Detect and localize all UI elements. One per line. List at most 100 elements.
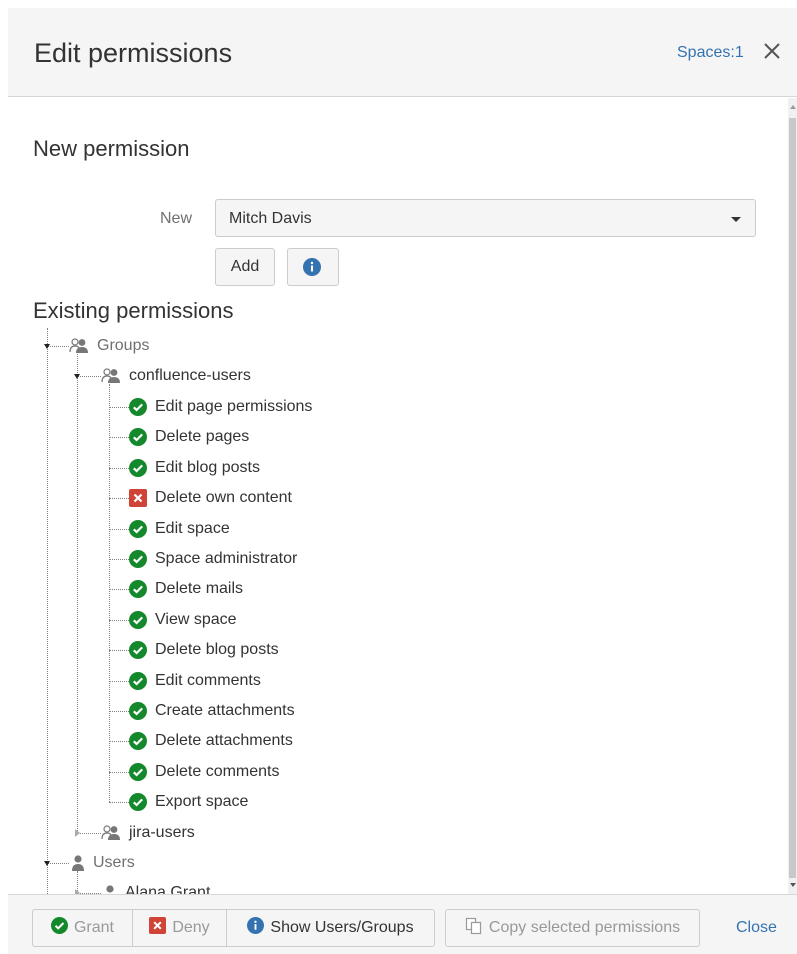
expander-open-icon[interactable]	[74, 374, 80, 379]
scroll-down-arrow-icon[interactable]	[790, 883, 796, 887]
show-label: Show Users/Groups	[270, 919, 414, 936]
tree-node-jira-users[interactable]: jira-users	[101, 821, 195, 845]
check-circle-icon	[129, 732, 147, 751]
copy-label: Copy selected permissions	[488, 919, 681, 936]
expander-open-icon[interactable]	[44, 861, 50, 866]
tree-node-user[interactable]: Alana Grant	[103, 881, 210, 894]
grant-button[interactable]: Grant	[32, 909, 133, 947]
tree-node-groups[interactable]: Groups	[69, 334, 149, 358]
user-icon	[71, 854, 85, 872]
tree-node-users-label: Users	[93, 854, 135, 871]
tree-perms-line	[109, 384, 110, 803]
tree-connector	[109, 589, 129, 591]
permission-item-label: Edit page permissions	[155, 398, 313, 415]
permission-item-label: Delete pages	[155, 428, 250, 446]
tree-connector	[109, 407, 129, 408]
permission-item-label: Edit space	[155, 519, 230, 537]
expander-open-icon[interactable]	[44, 344, 50, 349]
permission-item-label: Export space	[155, 793, 249, 811]
spaces-link[interactable]: Spaces:1	[677, 44, 744, 62]
permission-item[interactable]: Delete comments	[129, 760, 280, 784]
permission-item[interactable]: View space	[129, 608, 237, 632]
permission-item[interactable]: Edit comments	[129, 669, 261, 693]
permission-item[interactable]: Delete blog posts	[129, 638, 279, 662]
check-circle-icon	[129, 428, 147, 447]
tree-root-line	[47, 328, 48, 894]
permission-item-label: Delete own content	[155, 489, 292, 507]
tree-connector	[47, 346, 69, 347]
tree-node-user-label: Alana Grant	[125, 884, 211, 894]
expander-closed-icon[interactable]	[75, 829, 80, 837]
check-circle-icon	[129, 671, 147, 690]
tree-connector	[77, 833, 101, 834]
x-square-icon	[149, 917, 167, 939]
check-circle-icon	[129, 641, 147, 660]
permission-item[interactable]: Edit page permissions	[129, 395, 312, 419]
tree-connector	[109, 467, 129, 469]
permission-item-label: Edit comments	[155, 671, 261, 689]
check-circle-icon	[129, 580, 147, 599]
permission-item[interactable]: Create attachments	[129, 699, 295, 723]
check-circle-icon	[129, 702, 147, 720]
vertical-scrollbar[interactable]	[788, 98, 797, 894]
check-circle-icon	[129, 458, 147, 477]
dialog-footer: Grant Deny Show Users/Groups Copy select…	[8, 894, 797, 954]
permission-item[interactable]: Space administrator	[129, 547, 297, 571]
permissions-tree: Groups confluence-users Edit page permissi…	[8, 98, 788, 894]
tree-connector	[109, 528, 129, 530]
permission-item-label: Delete mails	[155, 580, 244, 598]
close-link[interactable]: Close	[736, 919, 777, 937]
group-icon	[101, 824, 121, 842]
edit-permissions-dialog: Edit permissions Spaces:1 New permission…	[8, 8, 797, 954]
info-icon	[247, 917, 265, 939]
x-square-icon	[129, 489, 147, 508]
tree-connector	[109, 437, 129, 439]
show-users-groups-button[interactable]: Show Users/Groups	[226, 909, 435, 947]
tree-connector	[109, 559, 129, 560]
check-circle-icon	[129, 793, 147, 812]
permission-item[interactable]: Edit space	[129, 517, 230, 541]
permission-item-label: Edit blog posts	[155, 458, 260, 476]
permission-item-label: Delete comments	[155, 762, 280, 780]
close-icon[interactable]	[759, 38, 785, 64]
tree-node-confluence-users-label: confluence-users	[129, 367, 251, 384]
check-circle-icon	[129, 550, 147, 568]
permission-item-label: View space	[155, 610, 237, 628]
permission-item[interactable]: Edit blog posts	[129, 456, 260, 480]
check-circle-icon	[129, 398, 147, 416]
copy-permissions-button[interactable]: Copy selected permissions	[445, 909, 700, 947]
user-icon	[103, 884, 117, 894]
permission-item-label: Space administrator	[155, 550, 298, 567]
scroll-up-arrow-icon[interactable]	[790, 105, 796, 109]
tree-connector	[109, 771, 129, 773]
tree-connector	[77, 376, 101, 377]
dialog-title: Edit permissions	[34, 38, 233, 68]
tree-node-users[interactable]: Users	[71, 851, 135, 875]
tree-connector	[109, 711, 129, 712]
tree-connector	[109, 619, 129, 621]
permission-item-label: Create attachments	[155, 702, 295, 719]
tree-connector	[109, 802, 129, 804]
permission-item[interactable]: Delete pages	[129, 425, 249, 449]
grant-label: Grant	[73, 919, 114, 936]
tree-node-groups-label: Groups	[97, 337, 150, 354]
deny-button[interactable]: Deny	[132, 909, 227, 947]
tree-connector	[109, 741, 129, 743]
dialog-header: Edit permissions Spaces:1	[8, 8, 797, 97]
permission-item[interactable]: Delete attachments	[129, 729, 293, 753]
deny-label: Deny	[172, 919, 210, 936]
tree-connector	[109, 498, 129, 500]
dialog-content: New permission New Mitch Davis Add Exist…	[8, 98, 797, 894]
permission-item[interactable]: Delete own content	[129, 486, 292, 510]
check-circle-icon	[50, 917, 68, 939]
tree-connector	[109, 680, 129, 682]
permission-item-label: Delete attachments	[155, 732, 293, 750]
permission-item-label: Delete blog posts	[155, 641, 279, 659]
tree-groups-line	[77, 354, 78, 833]
check-circle-icon	[129, 762, 147, 781]
group-icon	[69, 337, 89, 355]
permission-item[interactable]: Delete mails	[129, 577, 243, 601]
scroll-thumb[interactable]	[789, 118, 796, 878]
tree-node-confluence-users[interactable]: confluence-users	[101, 364, 251, 388]
permission-item[interactable]: Export space	[129, 790, 248, 814]
